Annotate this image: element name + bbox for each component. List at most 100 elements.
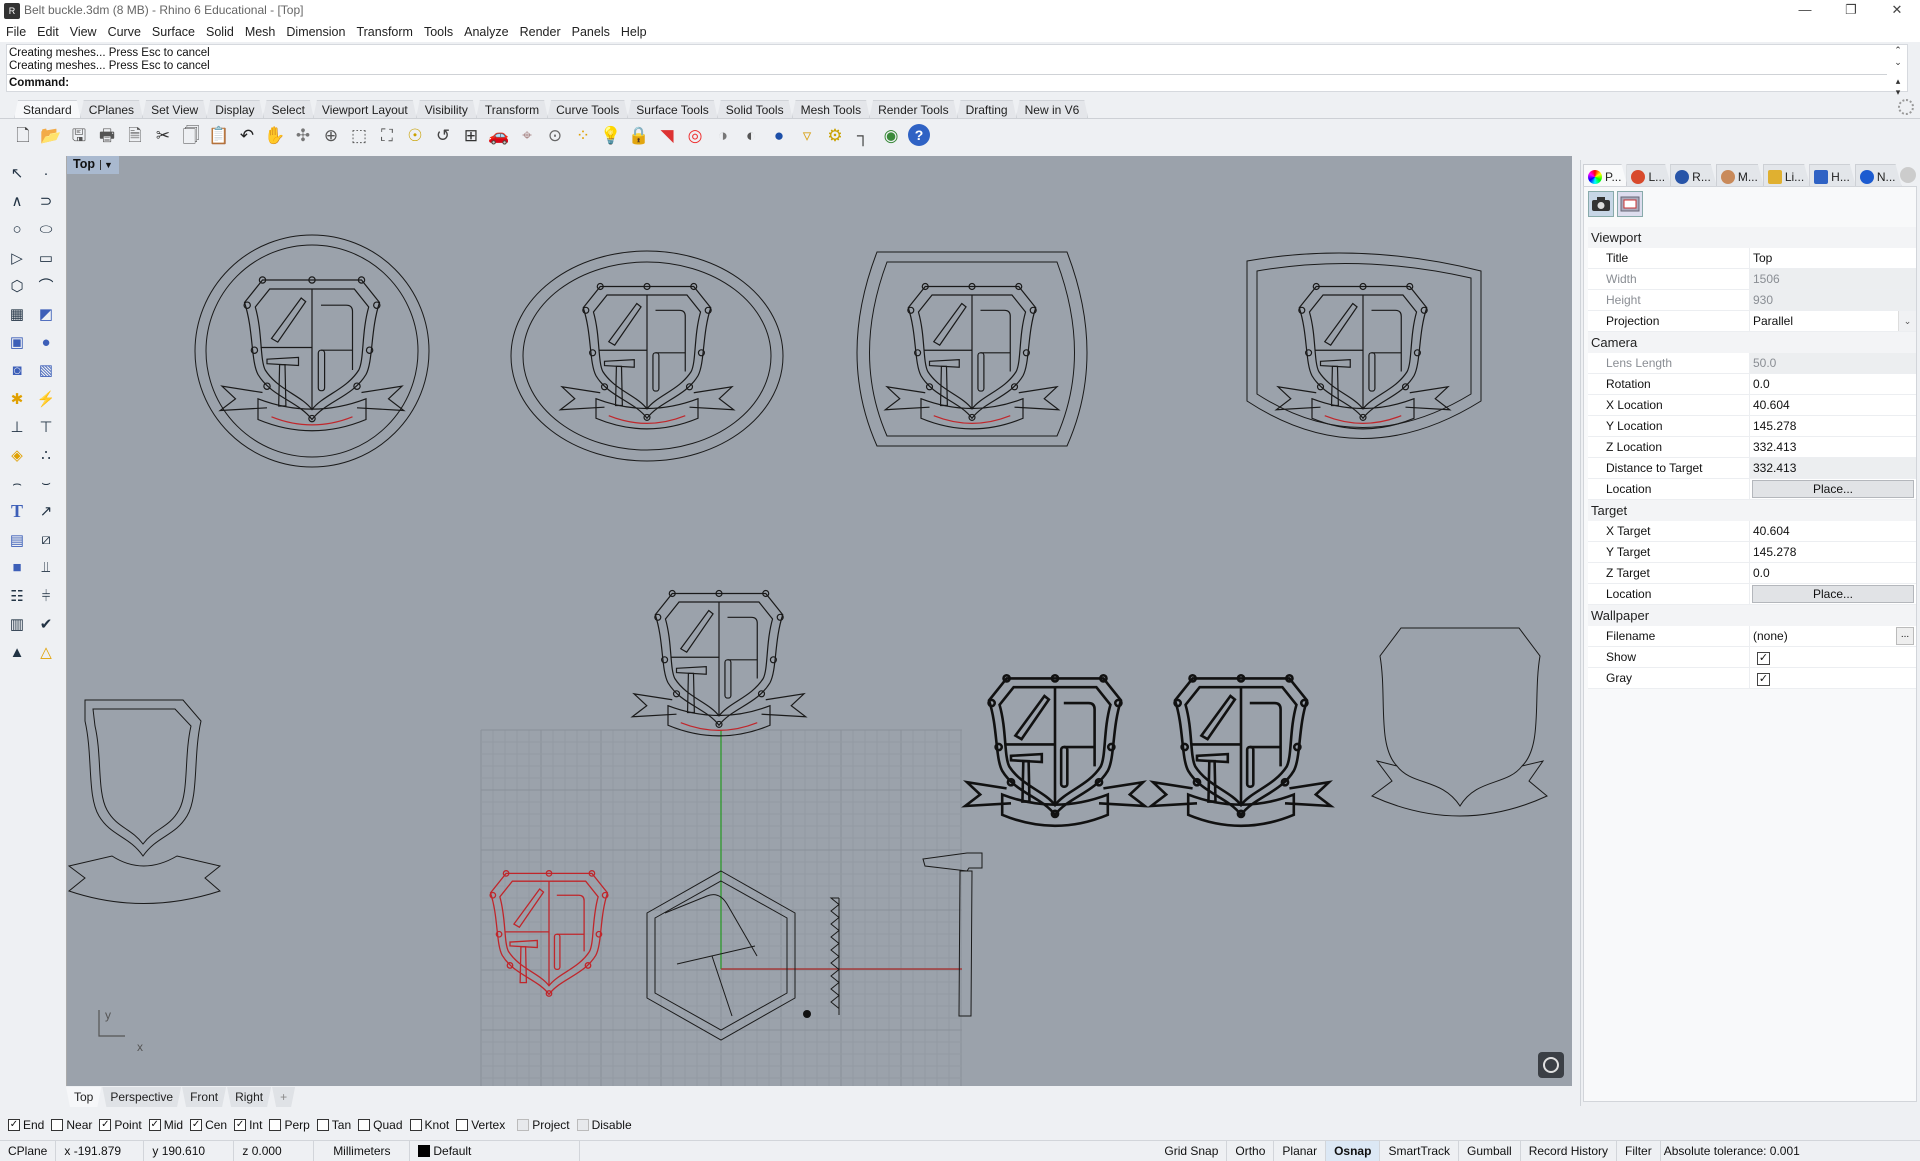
toolbar-tab-drafting[interactable]: Drafting: [957, 100, 1017, 119]
trim-icon[interactable]: ⊥: [4, 414, 30, 440]
toggle-smarttrack[interactable]: SmartTrack: [1380, 1141, 1459, 1161]
point-icon[interactable]: ·: [33, 160, 59, 186]
viewport-tab-front[interactable]: Front: [182, 1087, 226, 1107]
history-scroll-up[interactable]: ⌃: [1891, 45, 1905, 56]
browse-button[interactable]: ...: [1896, 627, 1914, 645]
buckle-badge-inner[interactable]: [1256, 262, 1472, 428]
close-button[interactable]: ✕: [1874, 0, 1920, 22]
menu-edit[interactable]: Edit: [31, 22, 64, 39]
lock-icon[interactable]: 🔒: [626, 122, 652, 148]
color-wheel-icon[interactable]: ◎: [682, 122, 708, 148]
x-location-field[interactable]: 40.604: [1750, 395, 1916, 415]
four-viewports-icon[interactable]: ⊞: [458, 122, 484, 148]
buckle-badge-outer[interactable]: [1246, 252, 1482, 439]
display-rendered-icon[interactable]: ◐: [738, 122, 764, 148]
osnap-vertex-checkbox[interactable]: [456, 1119, 469, 1131]
boolean-split-icon[interactable]: ◈: [4, 442, 30, 468]
osnap-knot[interactable]: Knot: [409, 1118, 449, 1132]
offset-icon[interactable]: ⌢: [4, 470, 30, 496]
toolbar-tab-viewport-layout[interactable]: Viewport Layout: [313, 100, 417, 119]
osnap-end-checkbox[interactable]: ✓: [8, 1119, 20, 1131]
menu-mesh[interactable]: Mesh: [239, 22, 281, 39]
viewport-tab-perspective[interactable]: Perspective: [102, 1087, 181, 1107]
panel-settings-gear-icon[interactable]: [1900, 167, 1916, 183]
map-icon[interactable]: ▥: [4, 611, 30, 637]
arc-icon[interactable]: ▷: [4, 245, 30, 271]
toolbar-tab-display[interactable]: Display: [206, 100, 263, 119]
crest-2[interactable]: [558, 282, 736, 430]
osnap-tan[interactable]: Tan: [316, 1118, 351, 1132]
menu-view[interactable]: View: [64, 22, 102, 39]
osnap-mid[interactable]: ✓ Mid: [148, 1118, 183, 1132]
ellipse-icon[interactable]: ⬭: [33, 216, 59, 242]
boolean-union-icon[interactable]: ●: [33, 329, 59, 355]
title-field[interactable]: Top: [1750, 248, 1916, 268]
print-icon[interactable]: 🖶: [94, 122, 120, 148]
group-icon[interactable]: ∴: [33, 442, 59, 468]
select-filter-icon[interactable]: ▿: [794, 122, 820, 148]
toolbar-tab-cplanes[interactable]: CPlanes: [80, 100, 143, 119]
menu-panels[interactable]: Panels: [566, 22, 615, 39]
zoom-extents-icon[interactable]: ⛶: [374, 122, 400, 148]
toolbar-tab-render-tools[interactable]: Render Tools: [869, 100, 958, 119]
minimize-button[interactable]: —: [1782, 0, 1828, 22]
panel-tab-materials[interactable]: M...: [1716, 164, 1764, 186]
circle-icon[interactable]: ○: [4, 216, 30, 242]
camera-place-button[interactable]: Place...: [1752, 480, 1914, 498]
osnap-cen-checkbox[interactable]: ✓: [190, 1119, 203, 1131]
grasshopper-icon[interactable]: ◉: [878, 122, 904, 148]
rotate-view-icon[interactable]: ✣: [290, 122, 316, 148]
viewport-menu-caret-icon[interactable]: ▼: [99, 160, 113, 170]
osnap-mid-checkbox[interactable]: ✓: [148, 1119, 161, 1131]
osnap-quad[interactable]: Quad: [358, 1118, 403, 1132]
undo-icon[interactable]: ↶: [234, 122, 260, 148]
viewport-frame-icon[interactable]: [1617, 191, 1643, 217]
explode-icon[interactable]: ✱: [4, 386, 30, 412]
restore-button[interactable]: ❐: [1828, 0, 1874, 22]
hexagon-saw[interactable]: [664, 894, 758, 1017]
zoom-selected-icon[interactable]: ☉: [402, 122, 428, 148]
save-icon[interactable]: 🖫: [66, 122, 92, 148]
osnap-perp[interactable]: Perp: [269, 1118, 310, 1132]
crest-center[interactable]: [630, 589, 808, 737]
array-grid-icon[interactable]: ☷: [4, 583, 30, 609]
show-checkbox[interactable]: ✓: [1757, 652, 1770, 665]
menu-dimension[interactable]: Dimension: [280, 22, 350, 39]
toolbar-tab-select[interactable]: Select: [263, 100, 314, 119]
surface-corner-points-icon[interactable]: ▦: [4, 301, 30, 327]
pan-icon[interactable]: ✋: [262, 122, 288, 148]
target-place-button[interactable]: Place...: [1752, 585, 1914, 603]
split-tool-icon[interactable]: ⊤: [33, 414, 59, 440]
points-on-icon[interactable]: ⁘: [570, 122, 596, 148]
panel-tab-notifications-bell[interactable]: N...: [1855, 164, 1902, 186]
display-shaded-icon[interactable]: ◑: [710, 122, 736, 148]
toggle-filter[interactable]: Filter: [1617, 1141, 1661, 1161]
osnap-near-checkbox[interactable]: [51, 1119, 64, 1131]
crest-bold-1[interactable]: [961, 674, 1149, 828]
add-viewport-tab-icon[interactable]: +: [272, 1087, 295, 1107]
viewport-tab-right[interactable]: Right: [227, 1087, 271, 1107]
layer-icon[interactable]: ◥: [654, 122, 680, 148]
new-file-icon[interactable]: 🗋: [10, 122, 36, 148]
left-banner[interactable]: [67, 855, 222, 904]
help-icon[interactable]: ?: [908, 124, 930, 146]
osnap-int-checkbox[interactable]: ✓: [234, 1119, 247, 1131]
menu-surface[interactable]: Surface: [146, 22, 200, 39]
world-axis-icon[interactable]: [98, 1010, 125, 1037]
cplane-indicator[interactable]: CPlane: [0, 1141, 57, 1161]
osnap-point-checkbox[interactable]: ✓: [99, 1119, 112, 1131]
navigation-orbit-icon[interactable]: [1538, 1052, 1564, 1078]
viewport-canvas[interactable]: [67, 156, 1572, 1086]
crest-bold-2[interactable]: [1147, 674, 1335, 828]
toggle-grid-snap[interactable]: Grid Snap: [1156, 1141, 1228, 1161]
block-icon[interactable]: ■: [4, 555, 30, 581]
section-viewport[interactable]: Viewport: [1588, 227, 1916, 248]
fillet-curve-icon[interactable]: ⌒: [33, 273, 59, 299]
section-camera[interactable]: Camera: [1588, 332, 1916, 353]
toolbar-tab-mesh-tools[interactable]: Mesh Tools: [792, 100, 870, 119]
left-shield-inner[interactable]: [92, 708, 192, 845]
gray-checkbox[interactable]: ✓: [1757, 673, 1770, 686]
osnap-quad-checkbox[interactable]: [358, 1119, 371, 1131]
toolbar-tab-new-in-v6[interactable]: New in V6: [1016, 100, 1089, 119]
toolbar-tab-transform[interactable]: Transform: [476, 100, 548, 119]
